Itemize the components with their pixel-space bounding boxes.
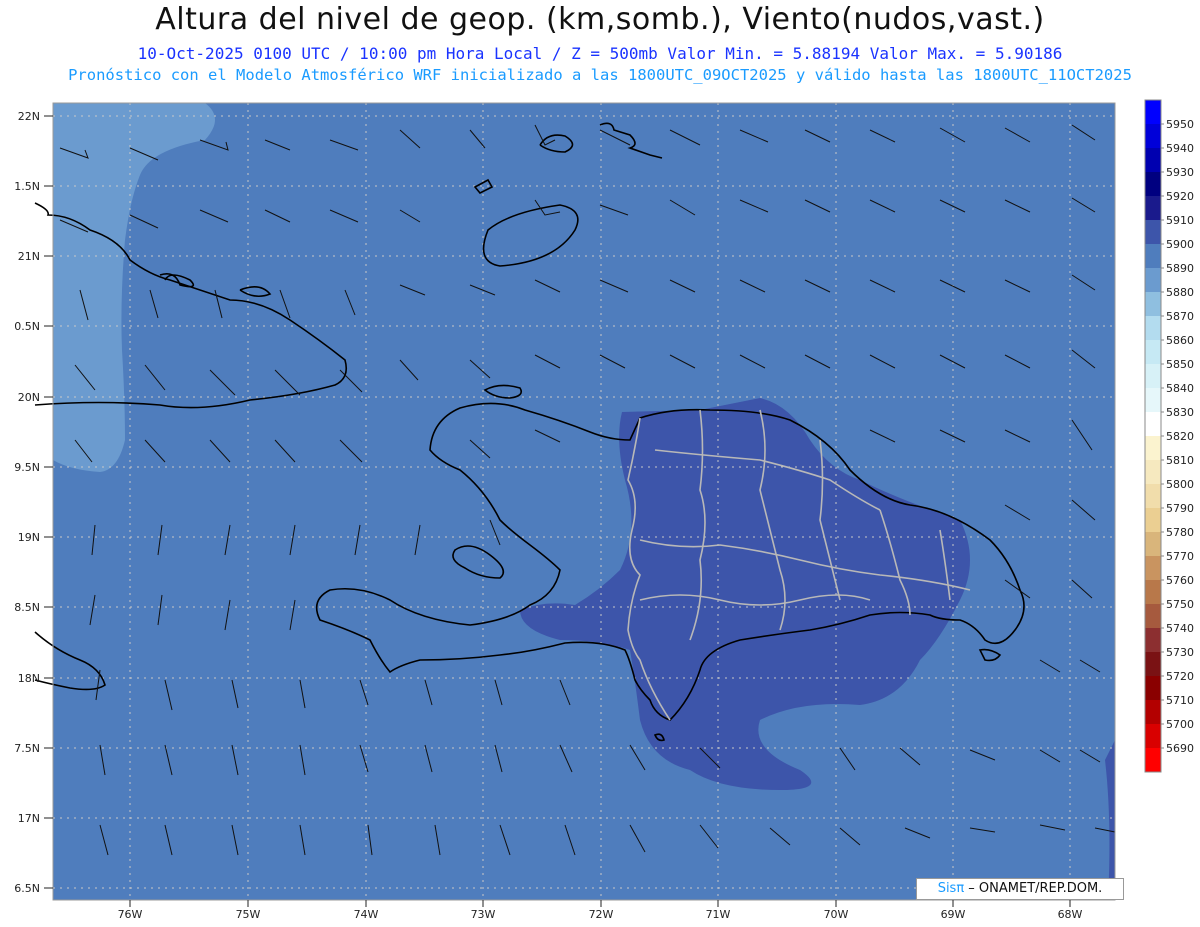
- credit-text: – ONAMET/REP.DOM.: [964, 881, 1103, 896]
- colorbar-swatch: [1145, 508, 1161, 532]
- lon-tick-label: 73W: [471, 908, 496, 921]
- colorbar-label: 5700: [1166, 718, 1194, 731]
- lat-tick-label: 9.5N: [14, 461, 40, 474]
- colorbar-label: 5920: [1166, 190, 1194, 203]
- colorbar-label: 5730: [1166, 646, 1194, 659]
- colorbar-swatch: [1145, 364, 1161, 388]
- colorbar-swatch: [1145, 484, 1161, 508]
- colorbar-swatch: [1145, 124, 1161, 148]
- colorbar-label: 5840: [1166, 382, 1194, 395]
- colorbar-swatch: [1145, 196, 1161, 220]
- lon-tick-label: 75W: [236, 908, 261, 921]
- lat-tick-label: 6.5N: [14, 882, 40, 895]
- colorbar-label: 5820: [1166, 430, 1194, 443]
- colorbar-swatch: [1145, 604, 1161, 628]
- lat-tick-label: 8.5N: [14, 601, 40, 614]
- colorbar-swatch: [1145, 436, 1161, 460]
- colorbar-swatch: [1145, 748, 1161, 772]
- colorbar-label: 5830: [1166, 406, 1194, 419]
- lat-tick-label: 17N: [18, 812, 40, 825]
- lat-tick-label: 19N: [18, 531, 40, 544]
- chart-title: Altura del nivel de geop. (km,somb.), Vi…: [155, 2, 1045, 37]
- lon-tick-label: 68W: [1058, 908, 1083, 921]
- colorbar-label: 5800: [1166, 478, 1194, 491]
- colorbar-swatch: [1145, 580, 1161, 604]
- lat-tick-label: 7.5N: [14, 742, 40, 755]
- colorbar-label: 5770: [1166, 550, 1194, 563]
- colorbar-label: 5870: [1166, 310, 1194, 323]
- colorbar-swatch: [1145, 292, 1161, 316]
- lon-tick-label: 71W: [706, 908, 731, 921]
- colorbar-label: 5860: [1166, 334, 1194, 347]
- credit-box: Sisπ – ONAMET/REP.DOM.: [916, 878, 1124, 900]
- colorbar-label: 5930: [1166, 166, 1194, 179]
- colorbar-swatch: [1145, 148, 1161, 172]
- lat-tick-label: 21N: [18, 250, 40, 263]
- colorbar-swatch: [1145, 532, 1161, 556]
- lon-tick-label: 76W: [118, 908, 143, 921]
- colorbar-swatch: [1145, 244, 1161, 268]
- lat-tick-label: 20N: [18, 391, 40, 404]
- colorbar-swatch: [1145, 652, 1161, 676]
- colorbar-label: 5880: [1166, 286, 1194, 299]
- lon-tick-label: 72W: [589, 908, 614, 921]
- lat-tick-label: 18N: [18, 672, 40, 685]
- lon-ticks: [129, 900, 1071, 907]
- lat-ticks: [44, 115, 53, 889]
- colorbar-swatch: [1145, 412, 1161, 436]
- colorbar-label: 5900: [1166, 238, 1194, 251]
- lat-axis: 22N 1.5N 21N 0.5N 20N 9.5N 19N 8.5N 18N …: [14, 110, 40, 895]
- colorbar-label: 5760: [1166, 574, 1194, 587]
- chart-subtitle-model: Pronóstico con el Modelo Atmosférico WRF…: [68, 66, 1132, 84]
- colorbar-swatch: [1145, 676, 1161, 700]
- colorbar-swatch: [1145, 724, 1161, 748]
- lat-tick-label: 1.5N: [14, 180, 40, 193]
- colorbar-label: 5710: [1166, 694, 1194, 707]
- colorbar: 5950 5940 5930 5920 5910 5900 5890 5880 5870 5860…: [1144, 99, 1194, 773]
- colorbar-swatch: [1145, 388, 1161, 412]
- colorbar-label: 5790: [1166, 502, 1194, 515]
- lon-tick-label: 74W: [354, 908, 379, 921]
- lon-tick-label: 69W: [941, 908, 966, 921]
- colorbar-label: 5950: [1166, 118, 1194, 131]
- colorbar-swatch: [1145, 268, 1161, 292]
- colorbar-label: 5850: [1166, 358, 1194, 371]
- colorbar-label: 5890: [1166, 262, 1194, 275]
- lon-tick-label: 70W: [824, 908, 849, 921]
- colorbar-swatch: [1145, 100, 1161, 124]
- colorbar-label: 5720: [1166, 670, 1194, 683]
- lat-tick-label: 0.5N: [14, 320, 40, 333]
- colorbar-label: 5940: [1166, 142, 1194, 155]
- map-figure: 22N 1.5N 21N 0.5N 20N 9.5N 19N 8.5N 18N …: [14, 99, 1194, 921]
- colorbar-label: 5910: [1166, 214, 1194, 227]
- colorbar-swatch: [1145, 628, 1161, 652]
- colorbar-swatch: [1145, 220, 1161, 244]
- credit-brand: Sisπ: [937, 881, 965, 896]
- colorbar-label: 5740: [1166, 622, 1194, 635]
- colorbar-label: 5810: [1166, 454, 1194, 467]
- colorbar-label: 5750: [1166, 598, 1194, 611]
- colorbar-swatch: [1145, 460, 1161, 484]
- lon-axis: 76W 75W 74W 73W 72W 71W 70W 69W 68W: [118, 908, 1083, 921]
- colorbar-swatch: [1145, 700, 1161, 724]
- colorbar-swatch: [1145, 340, 1161, 364]
- colorbar-swatch: [1145, 316, 1161, 340]
- colorbar-label: 5690: [1166, 742, 1194, 755]
- colorbar-swatch: [1145, 172, 1161, 196]
- chart-subtitle-time: 10-Oct-2025 0100 UTC / 10:00 pm Hora Loc…: [137, 44, 1063, 63]
- lat-tick-label: 22N: [18, 110, 40, 123]
- colorbar-label: 5780: [1166, 526, 1194, 539]
- colorbar-swatch: [1145, 556, 1161, 580]
- map-background: [53, 103, 1115, 900]
